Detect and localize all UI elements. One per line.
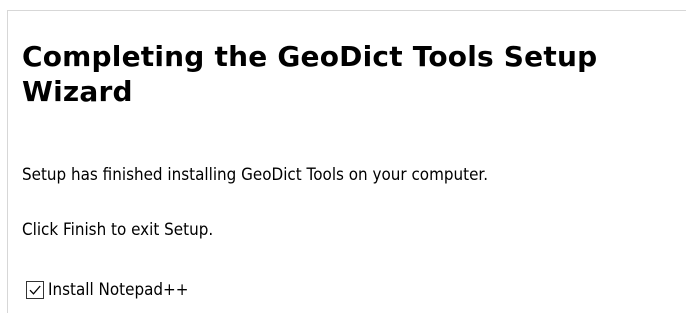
finished-message: Setup has finished installing GeoDict To…	[22, 165, 489, 184]
page-title: Completing the GeoDict Tools Setup Wizar…	[22, 40, 598, 108]
wizard-panel: Completing the GeoDict Tools Setup Wizar…	[7, 10, 686, 313]
checkbox-checkmark-icon[interactable]	[26, 281, 44, 299]
checkbox-label: Install Notepad++	[48, 280, 189, 299]
exit-instruction: Click Finish to exit Setup.	[22, 220, 214, 239]
install-notepad-checkbox[interactable]: Install Notepad++	[26, 277, 201, 303]
